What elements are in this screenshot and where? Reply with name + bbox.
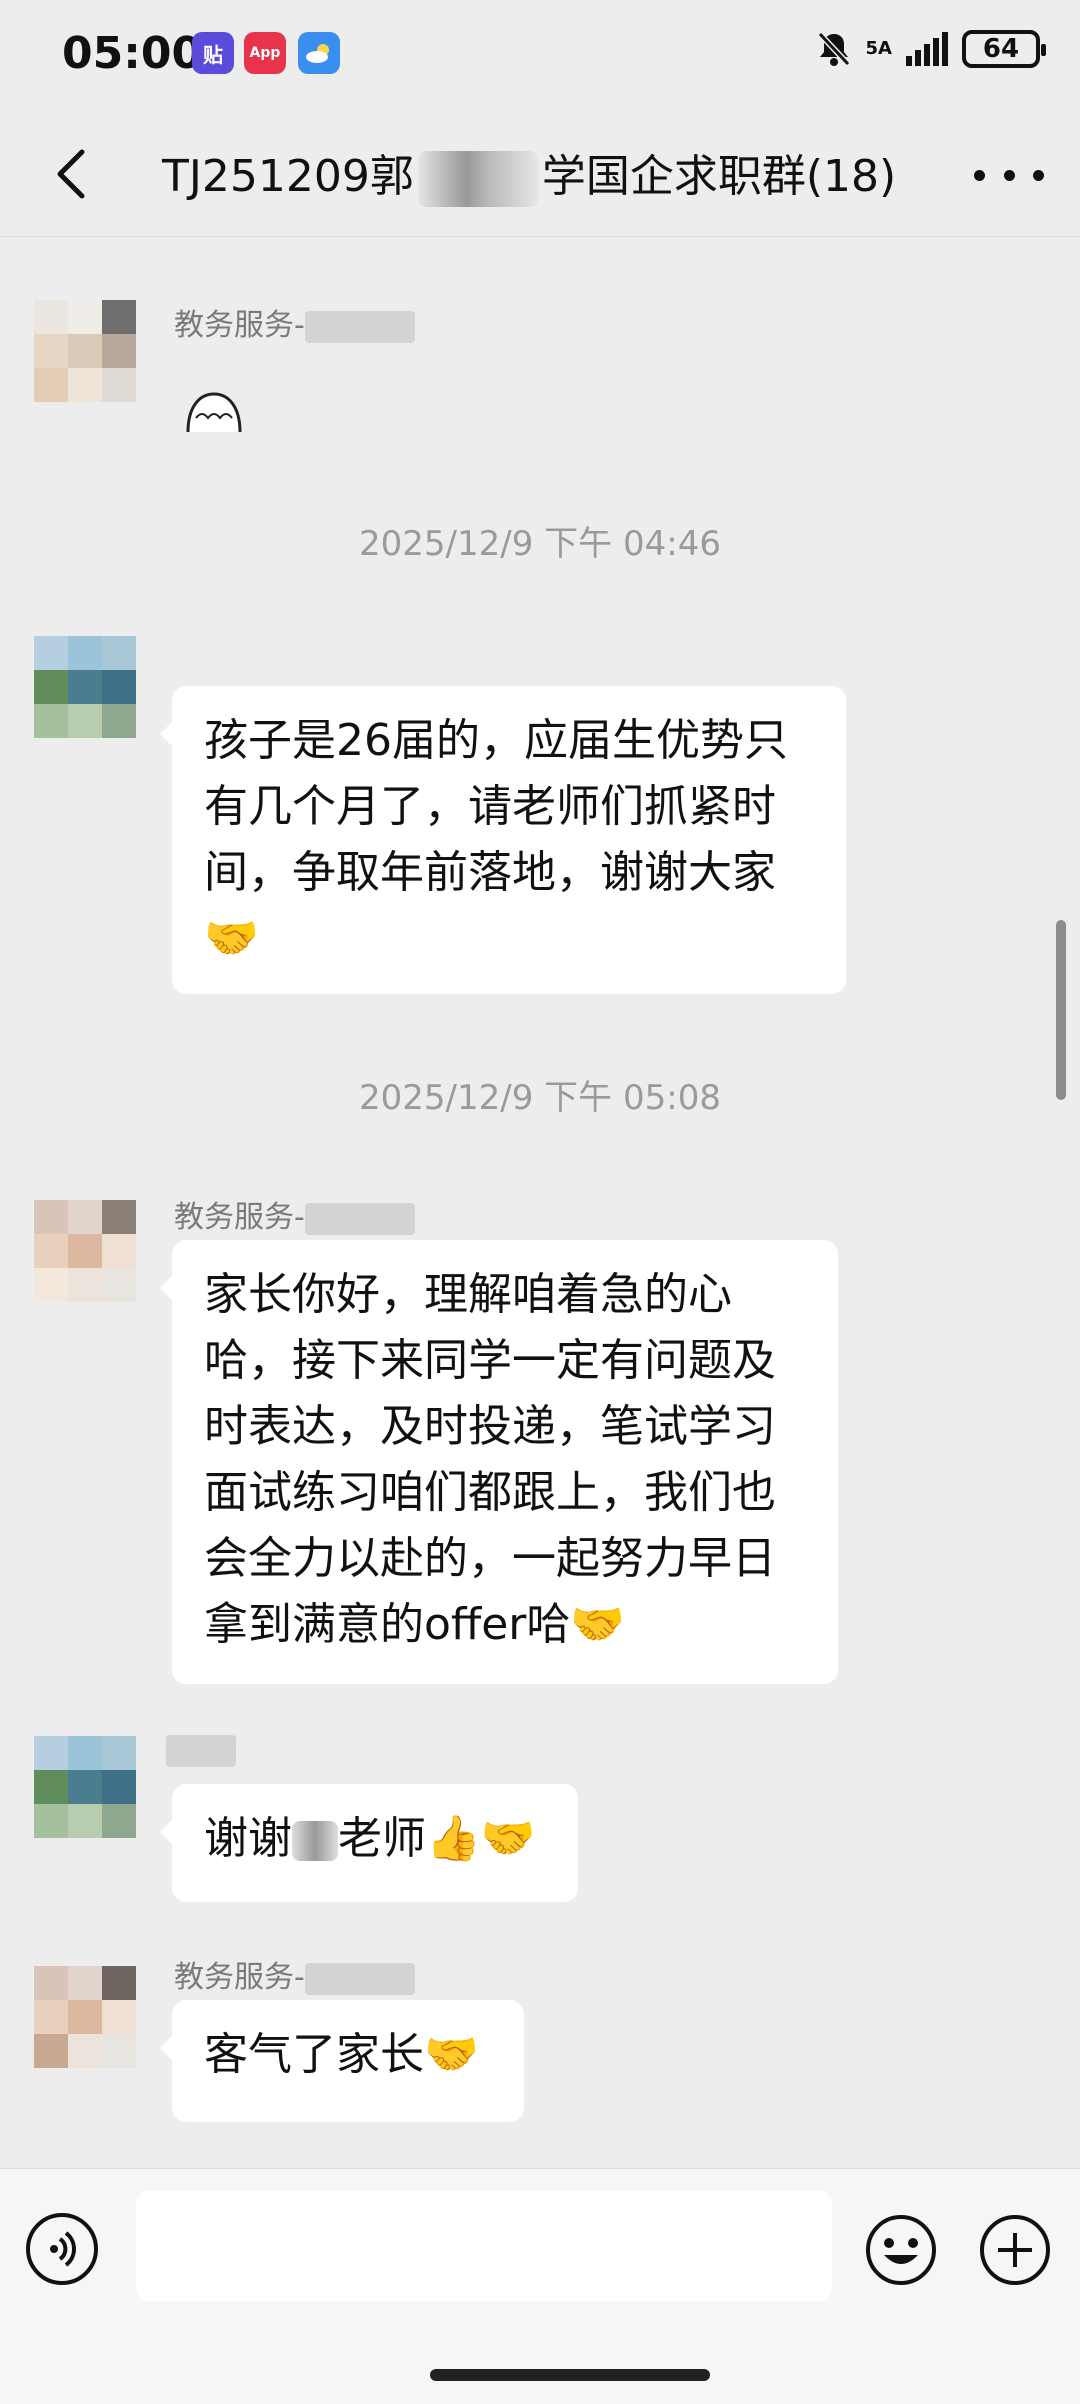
sender-name-text: 教务服务- [174,1960,305,1995]
message-input[interactable] [136,2191,832,2301]
battery-level: 64 [982,34,1020,64]
avatar[interactable] [34,636,136,738]
timestamp: 2025/12/9 下午 05:08 [359,1078,721,1118]
sender-name: 教务服务- [174,300,415,344]
message-bubble[interactable]: 谢谢 老师👍🤝 [160,1784,578,1902]
sender-name-text: 教务服务- [174,1200,305,1235]
chat-title: TJ251209郭 学国企求职群(18) [162,140,896,207]
redacted-block [304,310,415,343]
signal-icon [906,32,948,66]
redacted-block [166,1734,236,1767]
chat-header: TJ251209郭 学国企求职群(18) [0,110,1080,237]
timestamp: 2025/12/9 下午 04:46 [359,524,721,564]
message-bubble[interactable]: 家长你好，理解咱着急的心哈，接下来同学一定有问题及时表达，及时投递，笔试学习面试… [160,1240,838,1684]
network-type: 5A [865,38,892,59]
status-bar: 05:00 贴 App 5A 64 [0,0,1080,110]
tieba-app-icon: 贴 [192,32,234,74]
sender-name: 教务服务- [174,1192,415,1236]
redacted-block [304,1202,415,1235]
status-right: 5A 64 [816,30,1046,68]
emoji-icon[interactable] [864,2213,938,2287]
sender-name [166,1732,236,1767]
message-text-start: 谢谢 [204,1813,292,1864]
more-dots-icon[interactable] [974,150,1044,200]
avatar[interactable] [34,1200,136,1302]
message-text: 家长你好，理解咱着急的心哈，接下来同学一定有问题及时表达，及时投递，笔试学习面试… [204,1269,776,1650]
redacted-block [417,151,538,207]
weather-app-icon [298,32,340,74]
sender-name: 教务服务- [174,1952,415,1996]
sender-name-text: 教务服务- [174,308,305,343]
voice-icon[interactable] [26,2213,98,2285]
scrollbar[interactable] [1056,920,1066,1100]
redacted-block [292,1821,338,1861]
app-gallery-icon: App [244,32,286,74]
input-bar [0,2168,1080,2404]
chat-title-end: 学国企求职群(18) [541,151,897,202]
message-bubble[interactable]: 孩子是26届的，应届生优势只有几个月了，请老师们抓紧时间，争取年前落地，谢谢大家… [160,686,846,994]
status-time: 05:00 [62,28,203,79]
message-text: 孩子是26届的，应届生优势只有几个月了，请老师们抓紧时间，争取年前落地，谢谢大家… [204,715,788,964]
message-text: 客气了家长🤝 [204,2029,479,2080]
avatar[interactable] [34,1736,136,1838]
avatar[interactable] [34,300,136,402]
battery-icon: 64 [962,30,1046,68]
home-indicator[interactable] [430,2369,710,2381]
chat-title-start: TJ251209郭 [162,151,414,202]
avatar[interactable] [34,1966,136,2068]
sticker-image[interactable] [182,388,246,436]
mute-bell-icon [817,31,850,67]
chevron-left-icon[interactable] [44,144,104,204]
plus-icon[interactable] [978,2213,1052,2287]
message-text-end: 老师👍🤝 [338,1813,536,1864]
message-bubble[interactable]: 客气了家长🤝 [160,2000,524,2122]
redacted-block [304,1962,415,1995]
